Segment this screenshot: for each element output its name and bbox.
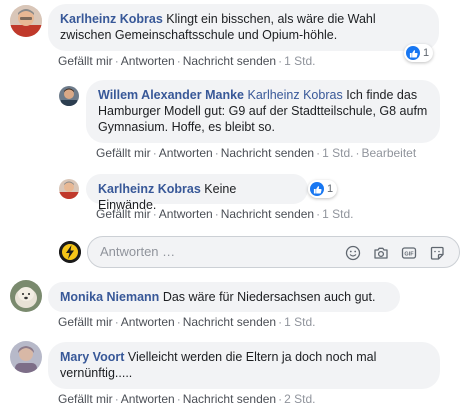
comment-time[interactable]: 1 Std.: [284, 315, 315, 329]
comment-author[interactable]: Karlheinz Kobras: [98, 182, 201, 196]
send-message-button[interactable]: Nachricht senden: [221, 146, 314, 160]
avatar[interactable]: [59, 86, 79, 106]
camera-icon[interactable]: [373, 245, 389, 261]
like-button[interactable]: Gefällt mir: [58, 392, 113, 406]
like-button[interactable]: Gefällt mir: [96, 207, 151, 221]
svg-text:GIF: GIF: [404, 252, 414, 258]
reply-button[interactable]: Antworten: [121, 54, 175, 68]
comment-time[interactable]: 1 Std.: [284, 54, 315, 68]
like-button[interactable]: Gefällt mir: [58, 54, 113, 68]
sticker-icon[interactable]: [429, 245, 445, 261]
current-user-avatar: [59, 241, 81, 263]
comment-author[interactable]: Karlheinz Kobras: [60, 12, 163, 26]
avatar[interactable]: [10, 5, 42, 37]
person-photo-icon: [10, 341, 42, 373]
reaction-count: 1: [423, 47, 430, 59]
avatar[interactable]: [10, 280, 42, 312]
comment-bubble: Willem Alexander Manke Karlheinz Kobras …: [86, 80, 440, 143]
reaction-count: 1: [327, 183, 334, 195]
edited-label[interactable]: Bearbeitet: [361, 146, 416, 160]
send-message-button[interactable]: Nachricht senden: [183, 315, 276, 329]
send-message-button[interactable]: Nachricht senden: [183, 54, 276, 68]
comment-time[interactable]: 1 Std.: [322, 207, 353, 221]
comment-author[interactable]: Willem Alexander Manke: [98, 88, 244, 102]
reply-input[interactable]: [100, 244, 300, 259]
like-button[interactable]: Gefällt mir: [58, 315, 113, 329]
gif-icon[interactable]: GIF: [401, 245, 417, 261]
comment-actions: Gefällt mir · Antworten · Nachricht senden · 2…: [58, 392, 316, 406]
reply-button[interactable]: Antworten: [159, 207, 213, 221]
mention-link[interactable]: Karlheinz Kobras: [248, 88, 343, 102]
comment-author[interactable]: Mary Voort: [60, 350, 124, 364]
avatar[interactable]: [10, 341, 42, 373]
reply-composer[interactable]: GIF: [87, 236, 460, 268]
comment-author[interactable]: Monika Niemann: [60, 290, 159, 304]
like-icon: [310, 182, 324, 196]
like-icon: [406, 46, 420, 60]
send-message-button[interactable]: Nachricht senden: [183, 392, 276, 406]
reaction-summary[interactable]: 1: [308, 180, 338, 198]
comment-text: Das wäre für Niedersachsen auch gut.: [162, 290, 376, 304]
reply-button[interactable]: Antworten: [121, 315, 175, 329]
comment-actions: Gefällt mir · Antworten · Nachricht senden · 1…: [58, 54, 316, 68]
smiley-icon[interactable]: [345, 245, 361, 261]
person-photo-icon: [10, 5, 42, 37]
comment-actions: Gefällt mir · Antworten · Nachricht senden · 1…: [58, 315, 316, 329]
reply-button[interactable]: Antworten: [159, 146, 213, 160]
animal-photo-icon: [10, 280, 42, 312]
comment-bubble: Monika Niemann Das wäre für Niedersachse…: [48, 282, 400, 312]
comment-actions: Gefällt mir · Antworten · Nachricht senden · 1…: [96, 146, 417, 160]
lightning-icon: [59, 241, 81, 263]
send-message-button[interactable]: Nachricht senden: [221, 207, 314, 221]
reply-button[interactable]: Antworten: [121, 392, 175, 406]
comment-time[interactable]: 1 Std.: [322, 146, 353, 160]
comment-actions: Gefällt mir · Antworten · Nachricht senden · 1…: [96, 207, 354, 221]
reaction-summary[interactable]: 1: [404, 44, 434, 62]
like-button[interactable]: Gefällt mir: [96, 146, 151, 160]
avatar[interactable]: [59, 179, 79, 199]
comment-bubble: Karlheinz Kobras Keine Einwände.: [86, 174, 308, 212]
comment-bubble: Mary Voort Vielleicht werden die Eltern …: [48, 342, 440, 389]
person-photo-icon: [59, 179, 79, 199]
person-photo-icon: [59, 86, 79, 106]
comment-time[interactable]: 2 Std.: [284, 392, 315, 406]
comment-bubble: Karlheinz Kobras Klingt ein bisschen, al…: [48, 4, 439, 51]
